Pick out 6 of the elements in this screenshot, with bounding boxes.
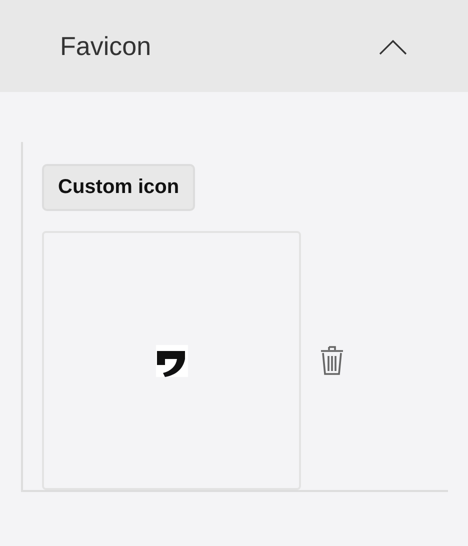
trash-icon[interactable] bbox=[320, 345, 344, 376]
custom-icon-button[interactable]: Custom icon bbox=[42, 164, 196, 211]
section-header[interactable]: Favicon bbox=[0, 0, 468, 92]
chevron-icon[interactable] bbox=[379, 39, 407, 55]
section-title: Favicon bbox=[60, 30, 152, 62]
favicon-image-icon bbox=[156, 344, 188, 376]
